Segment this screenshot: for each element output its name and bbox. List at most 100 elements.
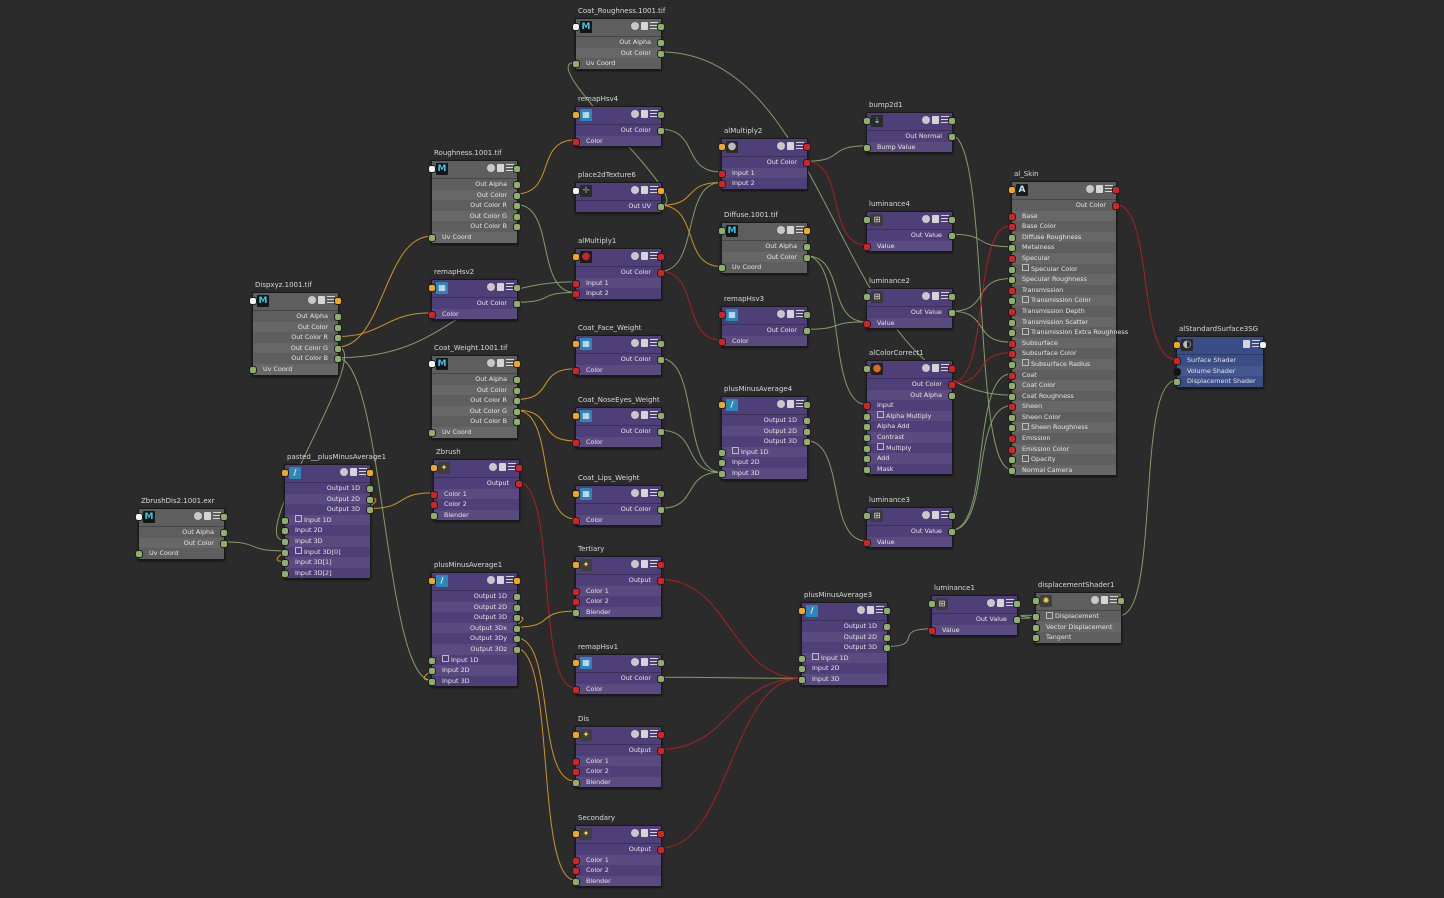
- attr-diffuse-roughness[interactable]: Diffuse Roughness: [1008, 231, 1116, 243]
- node-collapse-icon[interactable]: [932, 116, 939, 124]
- input-port[interactable]: [1008, 445, 1016, 454]
- attr-color[interactable]: Color: [572, 364, 661, 376]
- input-port[interactable]: [428, 677, 436, 686]
- attr-output-2d[interactable]: Output 2D: [285, 493, 374, 505]
- input-port[interactable]: [572, 60, 580, 69]
- node-output-port[interactable]: [513, 165, 521, 173]
- attr-output-3d[interactable]: Output 3D: [722, 436, 811, 447]
- connection-wire[interactable]: [805, 255, 867, 405]
- input-port[interactable]: [281, 569, 289, 578]
- output-port[interactable]: [657, 577, 665, 585]
- input-port[interactable]: [1008, 350, 1016, 359]
- input-port[interactable]: [572, 778, 580, 787]
- node-collapse-icon[interactable]: [787, 310, 794, 318]
- attr-output[interactable]: Output: [434, 478, 523, 489]
- attr-bump-value[interactable]: Bump Value: [863, 141, 952, 153]
- node-output-port[interactable]: [1117, 597, 1125, 605]
- attr-specular-color[interactable]: Specular Color: [1008, 264, 1116, 275]
- output-port[interactable]: [515, 480, 523, 488]
- attr-input-1d[interactable]: Input 1D: [718, 446, 807, 458]
- node-input-port[interactable]: [572, 731, 580, 739]
- node-display-mode-icon[interactable]: [777, 226, 785, 234]
- attr-sheen-color[interactable]: Sheen Color: [1008, 412, 1116, 423]
- expand-compound-icon[interactable]: [1022, 359, 1029, 367]
- node-header[interactable]: ⊞: [867, 508, 952, 526]
- connection-wire[interactable]: [950, 233, 1012, 248]
- node-header[interactable]: M: [722, 223, 807, 241]
- node-collapse-icon[interactable]: [641, 489, 648, 497]
- attr-input-3d-0[interactable]: Input 3D[0]: [281, 547, 370, 558]
- node-input-port[interactable]: [798, 607, 806, 615]
- node-display-mode-icon[interactable]: [487, 576, 495, 584]
- node-output-port[interactable]: [657, 187, 665, 195]
- node-input-port[interactable]: [572, 490, 580, 498]
- attr-blender[interactable]: Blender: [572, 606, 661, 618]
- node-header[interactable]: ∕: [802, 603, 887, 621]
- node-output-port[interactable]: [513, 284, 521, 292]
- node-header[interactable]: ●: [576, 249, 661, 267]
- output-port[interactable]: [948, 232, 956, 240]
- connection-wire[interactable]: [950, 225, 1012, 384]
- connection-wire[interactable]: [515, 647, 576, 881]
- input-port[interactable]: [1173, 367, 1181, 376]
- expand-compound-icon[interactable]: [295, 547, 302, 555]
- connection-wire[interactable]: [515, 637, 576, 782]
- input-port[interactable]: [430, 501, 438, 510]
- node-header[interactable]: ∕: [285, 465, 370, 483]
- output-port[interactable]: [948, 528, 956, 536]
- attr-value[interactable]: Value: [928, 624, 1017, 636]
- output-port[interactable]: [366, 495, 374, 504]
- attr-specular[interactable]: Specular: [1008, 252, 1116, 264]
- node-output-port[interactable]: [513, 360, 521, 368]
- node-input-port[interactable]: [572, 659, 580, 667]
- expand-compound-icon[interactable]: [877, 411, 884, 419]
- node-input-port[interactable]: [863, 216, 871, 224]
- input-port[interactable]: [281, 516, 289, 525]
- node-input-port[interactable]: [430, 464, 438, 472]
- expand-compound-icon[interactable]: [1022, 454, 1029, 462]
- node-remaphsv4[interactable]: remapHsv4 ▦ Out Color Color: [572, 95, 665, 148]
- node-header[interactable]: ●: [722, 139, 807, 157]
- node-input-port[interactable]: [428, 284, 436, 292]
- attr-coat[interactable]: Coat: [1008, 370, 1116, 381]
- input-port[interactable]: [1008, 371, 1016, 380]
- node-pma3[interactable]: plusMinusAverage3 ∕ Output 1D Output 2D Outp…: [798, 591, 891, 686]
- node-collapse-icon[interactable]: [641, 411, 648, 419]
- attr-color-2[interactable]: Color 2: [572, 766, 661, 777]
- input-port[interactable]: [572, 290, 580, 299]
- input-port[interactable]: [718, 469, 726, 478]
- attr-input-3d[interactable]: Input 3D: [798, 673, 887, 685]
- node-tertiary[interactable]: Tertiary ✦ Output Color 1 Color 2 Blender: [572, 545, 665, 619]
- attr-value[interactable]: Value: [863, 317, 952, 329]
- input-port[interactable]: [428, 428, 436, 437]
- attr-color[interactable]: Color: [428, 308, 517, 320]
- attr-input-3d[interactable]: Input 3D: [428, 676, 517, 687]
- attr-input-1d[interactable]: Input 1D: [798, 652, 887, 664]
- attr-color-2[interactable]: Color 2: [430, 499, 519, 510]
- node-display-mode-icon[interactable]: [194, 512, 202, 520]
- node-collapse-icon[interactable]: [932, 511, 939, 519]
- connection-wire[interactable]: [659, 204, 722, 267]
- attr-out-color[interactable]: Out Color: [432, 298, 521, 309]
- connection-wire[interactable]: [517, 481, 576, 689]
- output-port[interactable]: [513, 212, 521, 221]
- node-display-mode-icon[interactable]: [922, 511, 930, 519]
- node-output-port[interactable]: [657, 340, 665, 348]
- node-collapse-icon[interactable]: [497, 283, 504, 291]
- attr-emission-color[interactable]: Emission Color: [1008, 443, 1116, 455]
- input-port[interactable]: [430, 490, 438, 499]
- node-output-port[interactable]: [1013, 600, 1021, 608]
- node-input-port[interactable]: [863, 512, 871, 520]
- input-port[interactable]: [572, 685, 580, 694]
- attr-out-color-r[interactable]: Out Color R: [432, 200, 521, 211]
- node-place2d[interactable]: place2dTexture6 ✛ Out UV: [572, 171, 665, 213]
- input-port[interactable]: [281, 559, 289, 568]
- node-collapse-icon[interactable]: [204, 512, 211, 520]
- node-input-port[interactable]: [572, 111, 580, 119]
- node-header[interactable]: ▦: [576, 486, 661, 504]
- attr-input-2d[interactable]: Input 2D: [428, 665, 517, 676]
- attr-out-color-g[interactable]: Out Color G: [253, 342, 342, 354]
- node-display-mode-icon[interactable]: [489, 463, 497, 471]
- node-display-mode-icon[interactable]: [340, 468, 348, 476]
- output-port[interactable]: [657, 127, 665, 135]
